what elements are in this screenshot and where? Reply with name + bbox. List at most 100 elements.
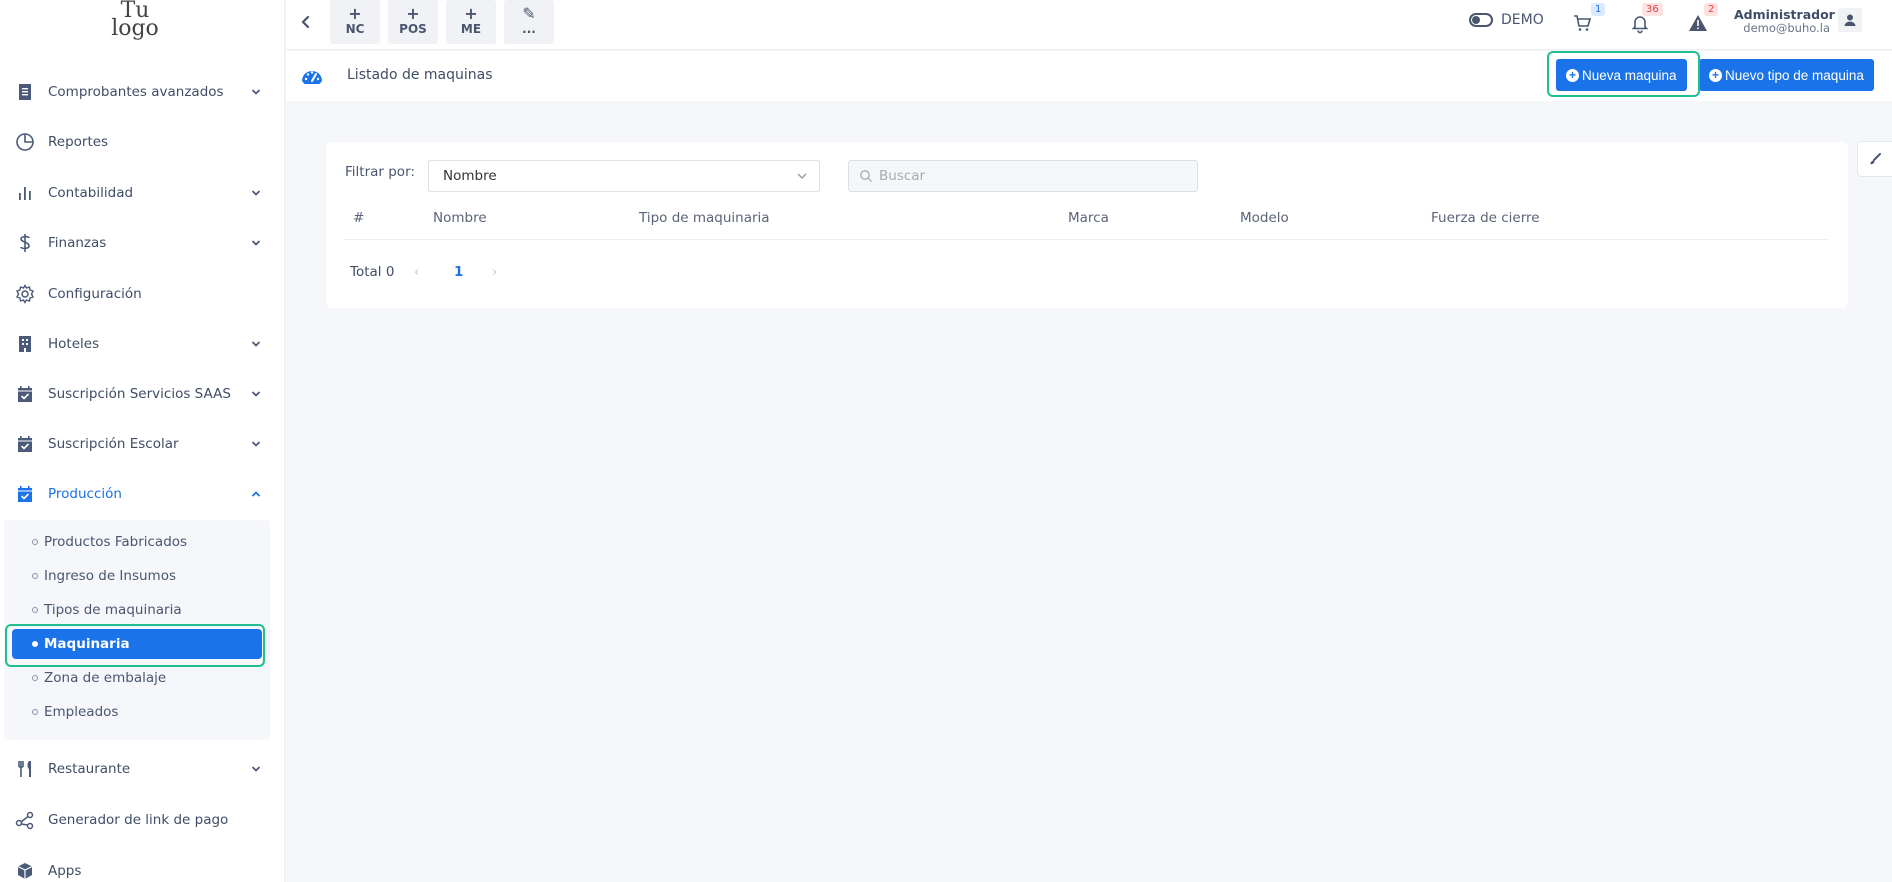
calendar-check-icon <box>14 433 36 455</box>
pagination-next-button[interactable]: › <box>492 264 497 280</box>
sidebar-item-label: Hoteles <box>48 336 100 352</box>
machines-card: Filtrar por: Nombre # Nombre Tipo de maq… <box>326 142 1848 308</box>
cart-badge: 1 <box>1591 3 1606 16</box>
share-icon <box>14 809 36 831</box>
demo-toggle[interactable]: DEMO <box>1469 12 1544 28</box>
submenu-label: Empleados <box>44 704 119 720</box>
sidebar-item-produccion[interactable]: Producción <box>0 474 284 514</box>
bell-badge: 36 <box>1642 3 1663 16</box>
demo-label: DEMO <box>1501 12 1544 28</box>
chevron-down-icon <box>251 441 261 447</box>
chevron-down-icon <box>251 89 261 95</box>
new-machine-type-button[interactable]: + Nuevo tipo de maquina <box>1699 59 1874 91</box>
submenu-item-zona-embalaje[interactable]: Zona de embalaje <box>12 663 262 693</box>
filter-select[interactable]: Nombre <box>428 160 820 192</box>
col-header-type[interactable]: Tipo de maquinaria <box>639 210 770 226</box>
user-icon <box>1844 14 1856 26</box>
sidebar-item-suscripcion-servicios-saas[interactable]: Suscripción Servicios SAAS <box>0 374 284 414</box>
sidebar-item-comprobantes-avanzados[interactable]: Comprobantes avanzados <box>0 72 284 112</box>
sidebar-item-reportes[interactable]: Reportes <box>0 122 284 162</box>
sidebar-item-configuracion[interactable]: Configuración <box>0 274 284 314</box>
submenu-label: Tipos de maquinaria <box>44 602 182 618</box>
button-label: Nuevo tipo de maquina <box>1725 67 1864 83</box>
toggle-icon <box>1469 13 1493 27</box>
chevron-up-icon <box>251 491 261 497</box>
sidebar-item-generador-de-link-de-pago[interactable]: Generador de link de pago <box>0 800 284 840</box>
quick-label: ME <box>460 22 482 36</box>
logo-line2: logo <box>111 16 159 41</box>
chevron-down-icon <box>251 341 261 347</box>
logo[interactable]: Tu logo <box>104 0 166 40</box>
quick-pos-button[interactable]: + POS <box>388 0 438 44</box>
filter-selected-value: Nombre <box>443 168 497 184</box>
sidebar-item-restaurante[interactable]: Restaurante <box>0 749 284 789</box>
gauge-icon <box>302 71 322 84</box>
customize-tab[interactable] <box>1857 141 1892 177</box>
sidebar-item-hoteles[interactable]: Hoteles <box>0 324 284 364</box>
user-email: demo@buho.la <box>1743 21 1830 35</box>
bullet-icon <box>32 675 38 681</box>
col-header-model[interactable]: Modelo <box>1240 210 1289 226</box>
col-header-name[interactable]: Nombre <box>433 210 487 226</box>
highlight-box <box>5 624 265 667</box>
utensils-icon <box>14 758 36 780</box>
user-name: Administrador <box>1734 7 1835 22</box>
sidebar-item-label: Configuración <box>48 286 142 302</box>
bullet-icon <box>32 709 38 715</box>
quick-label: ... <box>522 22 536 36</box>
building-icon <box>14 333 36 355</box>
alert-badge: 2 <box>1704 3 1719 16</box>
col-header-closing-force[interactable]: Fuerza de cierre <box>1431 210 1540 226</box>
search-icon <box>860 170 872 182</box>
sidebar-item-finanzas[interactable]: Finanzas <box>0 223 284 263</box>
quick-label: POS <box>399 22 427 36</box>
sidebar-item-contabilidad[interactable]: Contabilidad <box>0 173 284 213</box>
avatar[interactable] <box>1838 8 1862 32</box>
chevron-down-icon <box>251 766 261 772</box>
chevron-left-icon[interactable] <box>296 12 316 32</box>
sidebar-item-suscripcion-escolar[interactable]: Suscripción Escolar <box>0 424 284 464</box>
chevron-down-icon <box>797 173 807 179</box>
filter-label: Filtrar por: <box>345 164 415 180</box>
col-header-brand[interactable]: Marca <box>1068 210 1109 226</box>
submenu-item-productos-fabricados[interactable]: Productos Fabricados <box>12 527 262 557</box>
cart-icon[interactable] <box>1571 12 1593 34</box>
chevron-down-icon <box>251 240 261 246</box>
submenu-item-tipos-maquinaria[interactable]: Tipos de maquinaria <box>12 595 262 625</box>
quick-more-button[interactable]: ✎... <box>504 0 554 44</box>
pie-chart-icon <box>14 131 36 153</box>
sidebar-item-label: Generador de link de pago <box>48 812 229 828</box>
submenu-label: Ingreso de Insumos <box>44 568 176 584</box>
bullet-icon <box>32 607 38 613</box>
sidebar-item-label: Suscripción Escolar <box>48 436 179 452</box>
sidebar-item-apps[interactable]: Apps <box>0 851 284 882</box>
quick-nc-button[interactable]: + NC <box>330 0 380 44</box>
col-header-index: # <box>353 210 365 226</box>
sidebar-item-label: Restaurante <box>48 761 131 777</box>
search-box <box>848 160 1198 192</box>
dollar-icon <box>14 232 36 254</box>
topbar: + NC + POS + ME ✎... DEMO 1 36 2 Administra… <box>286 0 1892 50</box>
user-menu[interactable]: Administrador demo@buho.la <box>1734 7 1835 35</box>
submenu-item-ingreso-insumos[interactable]: Ingreso de Insumos <box>12 561 262 591</box>
chevron-down-icon <box>251 190 261 196</box>
quick-me-button[interactable]: + ME <box>446 0 496 44</box>
brush-icon <box>1870 153 1881 165</box>
chevron-down-icon <box>251 391 261 397</box>
pagination-prev-button[interactable]: ‹ <box>414 264 419 280</box>
highlight-box <box>1547 51 1700 97</box>
submenu-label: Productos Fabricados <box>44 534 188 550</box>
plus-icon: + <box>464 4 478 23</box>
receipt-icon <box>14 81 36 103</box>
search-input[interactable] <box>879 168 1179 184</box>
gear-icon <box>14 283 36 305</box>
plus-icon: + <box>406 4 420 23</box>
pagination-total: Total 0 <box>350 264 395 280</box>
table-header-divider <box>344 239 1828 240</box>
bullet-icon <box>32 539 38 545</box>
plus-circle-icon: + <box>1709 68 1722 82</box>
sidebar-item-label: Reportes <box>48 134 109 150</box>
submenu-item-empleados[interactable]: Empleados <box>12 697 262 727</box>
pagination-page-1[interactable]: 1 <box>454 264 463 280</box>
sidebar-item-label: Comprobantes avanzados <box>48 84 224 100</box>
